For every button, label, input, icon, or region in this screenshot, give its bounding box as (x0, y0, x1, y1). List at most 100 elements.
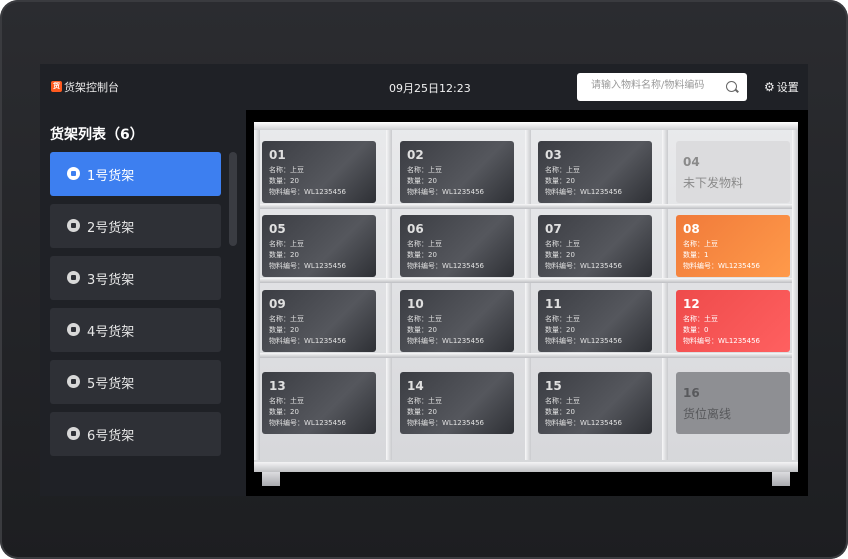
rack-beam (260, 278, 792, 283)
shelf-icon (67, 271, 80, 284)
cell-material-code: 物料编号：WL1235456 (545, 188, 622, 196)
cell-number: 14 (407, 379, 424, 393)
cell-quantity: 数量：20 (545, 326, 575, 334)
cell-material-name: 名称：上豆 (407, 166, 442, 174)
cell-material-code: 物料编号：WL1235456 (407, 262, 484, 270)
cell-material-name: 名称：土豆 (407, 315, 442, 323)
shelf-cell-07[interactable]: 07 名称：上豆 数量：20 物料编号：WL1235456 (538, 215, 652, 277)
app-title: 货架控制台 (64, 81, 119, 94)
app-screen: 货 货架控制台 09月25日12:23 ⚙设置 货架列表（6） 1号货架 2号货… (40, 64, 808, 496)
shelf-icon (67, 219, 80, 232)
shelf-cell-08[interactable]: 08 名称：上豆 数量：1 物料编号：WL1235456 (676, 215, 790, 277)
shelf-item-label: 5号货架 (87, 377, 135, 392)
shelf-view: 01 名称：上豆 数量：20 物料编号：WL1235456 02 名称：上豆 数量：20 物料… (246, 110, 808, 496)
cell-material-name: 名称：土豆 (407, 397, 442, 405)
cell-quantity: 数量：20 (545, 177, 575, 185)
shelf-item-5[interactable]: 5号货架 (50, 360, 221, 404)
cell-number: 16 (683, 386, 700, 400)
search-input[interactable] (589, 79, 725, 92)
shelf-cell-11[interactable]: 11 名称：土豆数量：20 物料编号：WL1235456 (538, 290, 652, 352)
shelf-icon (67, 375, 80, 388)
cell-quantity: 数量：20 (407, 177, 437, 185)
rack-top-rail (254, 122, 798, 130)
shelf-cell-13[interactable]: 13 名称：土豆数量：20 物料编号：WL1235456 (262, 372, 376, 434)
shelf-cell-14[interactable]: 14 名称：土豆数量：20 物料编号：WL1235456 (400, 372, 514, 434)
cell-material-code: 物料编号：WL1235456 (683, 262, 760, 270)
cell-material-code: 物料编号：WL1235456 (407, 337, 484, 345)
cell-quantity: 数量：20 (545, 408, 575, 416)
cell-quantity: 数量：20 (545, 251, 575, 259)
shelf-cell-03[interactable]: 03 名称：上豆数量：20 物料编号：WL1235456 (538, 141, 652, 203)
shelf-cell-16[interactable]: 16 货位离线 (676, 372, 790, 434)
shelf-cell-15[interactable]: 15 名称：土豆 数量：20 物料编号：WL1235456 (538, 372, 652, 434)
cell-number: 11 (545, 297, 562, 311)
shelf-item-label: 2号货架 (87, 221, 135, 236)
shelf-item-label: 1号货架 (87, 169, 135, 184)
shelf-list-title: 货架列表（6） (50, 127, 144, 143)
cell-material-name: 名称：土豆 (545, 397, 580, 405)
shelf-cell-01[interactable]: 01 名称：上豆 数量：20 物料编号：WL1235456 (262, 141, 376, 203)
shelf-icon (67, 427, 80, 440)
cell-material-code: 物料编号：WL1235456 (269, 188, 346, 196)
cell-material-code: 物料编号：WL1235456 (683, 337, 760, 345)
rack-beam (260, 204, 792, 209)
cell-material-code: 物料编号：WL1235456 (545, 262, 622, 270)
cell-number: 02 (407, 148, 424, 162)
cell-material-name: 名称：土豆 (545, 315, 580, 323)
cell-status-message: 未下发物料 (683, 176, 744, 190)
cell-number: 10 (407, 297, 424, 311)
rack-post (662, 130, 668, 460)
shelf-cell-10[interactable]: 10 名称：土豆 数量：20 物料编号：WL1235456 (400, 290, 514, 352)
search-box[interactable] (577, 73, 747, 101)
shelf-item-label: 3号货架 (87, 273, 135, 288)
cell-material-code: 物料编号：WL1235456 (407, 419, 484, 427)
cell-material-name: 名称：土豆 (269, 315, 304, 323)
cell-material-code: 物料编号：WL1235456 (269, 419, 346, 427)
cell-quantity: 数量：20 (269, 408, 299, 416)
shelf-item-6[interactable]: 6号货架 (50, 412, 221, 456)
cell-material-name: 名称：上豆 (269, 240, 304, 248)
shelf-cell-04[interactable]: 04 未下发物料 (676, 141, 790, 203)
shelf-item-2[interactable]: 2号货架 (50, 204, 221, 248)
cell-number: 09 (269, 297, 286, 311)
shelf-cell-12[interactable]: 12 名称：土豆 数量：0 物料编号：WL1235456 (676, 290, 790, 352)
cell-number: 01 (269, 148, 286, 162)
cell-material-name: 名称：上豆 (545, 166, 580, 174)
shelf-cell-09[interactable]: 09 名称：土豆 数量：20 物料编号：WL1235456 (262, 290, 376, 352)
rack-post (254, 130, 260, 460)
shelf-cell-02[interactable]: 02 名称：上豆数量：20 物料编号：WL1235456 (400, 141, 514, 203)
rack-base (254, 462, 798, 472)
shelf-icon (67, 167, 80, 180)
cell-quantity: 数量：20 (269, 251, 299, 259)
sidebar-scrollbar[interactable] (229, 152, 237, 246)
shelf-item-3[interactable]: 3号货架 (50, 256, 221, 300)
settings-label: 设置 (776, 81, 799, 94)
cell-quantity: 数量：20 (407, 408, 437, 416)
cell-number: 04 (683, 155, 700, 169)
cell-quantity: 数量：20 (407, 251, 437, 259)
shelf-item-label: 4号货架 (87, 325, 135, 340)
rack-post (525, 130, 531, 460)
rack-beam (260, 353, 792, 358)
shelf-item-4[interactable]: 4号货架 (50, 308, 221, 352)
cell-quantity: 数量：0 (683, 326, 709, 334)
cell-number: 06 (407, 222, 424, 236)
gear-icon: ⚙ (764, 80, 775, 94)
settings-button[interactable]: ⚙ 设置 (764, 79, 799, 95)
cell-material-name: 名称：上豆 (269, 166, 304, 174)
search-icon[interactable] (726, 81, 737, 92)
cell-number: 13 (269, 379, 286, 393)
shelf-sidebar: 货架列表（6） 1号货架 2号货架 3号货架 4号货架 5号货架 6号货架 (40, 110, 246, 496)
shelf-cell-05[interactable]: 05 名称：上豆 数量：20 物料编号：WL1235456 (262, 215, 376, 277)
rack-post (792, 130, 798, 460)
cell-material-name: 名称：土豆 (269, 397, 304, 405)
cell-material-name: 名称：上豆 (683, 240, 718, 248)
cell-number: 03 (545, 148, 562, 162)
cell-material-code: 物料编号：WL1235456 (545, 337, 622, 345)
cell-material-name: 名称：上豆 (545, 240, 580, 248)
cell-material-name: 名称：土豆 (683, 315, 718, 323)
shelf-cell-06[interactable]: 06 名称：上豆 数量：20 物料编号：WL1235456 (400, 215, 514, 277)
cell-status-message: 货位离线 (683, 407, 732, 421)
cell-material-code: 物料编号：WL1235456 (407, 188, 484, 196)
shelf-item-1[interactable]: 1号货架 (50, 152, 221, 196)
